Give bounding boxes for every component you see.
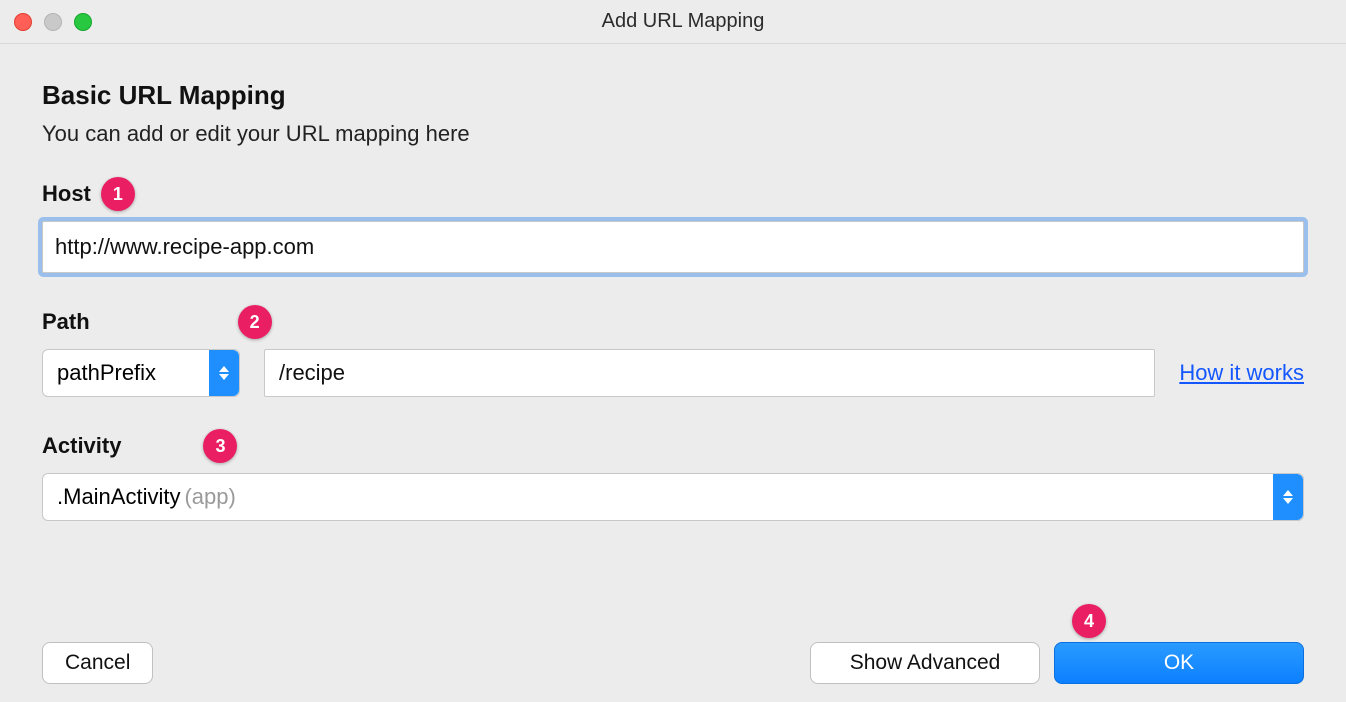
host-input[interactable] — [42, 221, 1304, 273]
window-title: Add URL Mapping — [92, 10, 1332, 33]
minimize-window-button[interactable] — [44, 13, 62, 31]
path-value-input[interactable] — [264, 349, 1155, 397]
activity-selected-main: .MainActivity — [57, 484, 180, 510]
section-title: Basic URL Mapping — [42, 80, 1304, 111]
select-stepper-icon — [209, 350, 239, 396]
show-advanced-button[interactable]: Show Advanced — [810, 642, 1040, 684]
dialog-window: Add URL Mapping Basic URL Mapping You ca… — [0, 0, 1346, 702]
titlebar: Add URL Mapping — [0, 0, 1346, 44]
section-subtitle: You can add or edit your URL mapping her… — [42, 121, 1304, 147]
content-area: Basic URL Mapping You can add or edit yo… — [0, 44, 1346, 521]
host-label: Host — [42, 181, 91, 207]
activity-select[interactable]: .MainActivity (app) — [42, 473, 1304, 521]
host-field-block: Host 1 — [42, 177, 1304, 273]
traffic-lights — [14, 13, 92, 31]
chevron-down-icon — [219, 374, 229, 380]
chevron-down-icon — [1283, 498, 1293, 504]
activity-label: Activity — [42, 433, 121, 459]
ok-button[interactable]: OK — [1054, 642, 1304, 684]
activity-selected-note: (app) — [184, 484, 235, 510]
callout-badge-3: 3 — [203, 429, 237, 463]
cancel-button[interactable]: Cancel — [42, 642, 153, 684]
path-field-block: Path 2 pathPrefix How it works — [42, 305, 1304, 397]
callout-badge-4: 4 — [1072, 604, 1106, 638]
how-it-works-link[interactable]: How it works — [1179, 360, 1304, 386]
select-stepper-icon — [1273, 474, 1303, 520]
host-label-row: Host 1 — [42, 177, 1304, 211]
close-window-button[interactable] — [14, 13, 32, 31]
zoom-window-button[interactable] — [74, 13, 92, 31]
path-label: Path — [42, 309, 90, 335]
callout-badge-2: 2 — [238, 305, 272, 339]
activity-field-block: Activity 3 .MainActivity (app) — [42, 429, 1304, 521]
activity-label-row: Activity 3 — [42, 429, 1304, 463]
path-type-select[interactable]: pathPrefix — [42, 349, 240, 397]
callout-badge-1: 1 — [101, 177, 135, 211]
path-label-row: Path 2 — [42, 305, 1304, 339]
chevron-up-icon — [219, 366, 229, 372]
path-type-selected: pathPrefix — [57, 360, 156, 386]
chevron-up-icon — [1283, 490, 1293, 496]
button-bar: Cancel Show Advanced 4 OK — [0, 642, 1346, 684]
path-row: pathPrefix How it works — [42, 349, 1304, 397]
